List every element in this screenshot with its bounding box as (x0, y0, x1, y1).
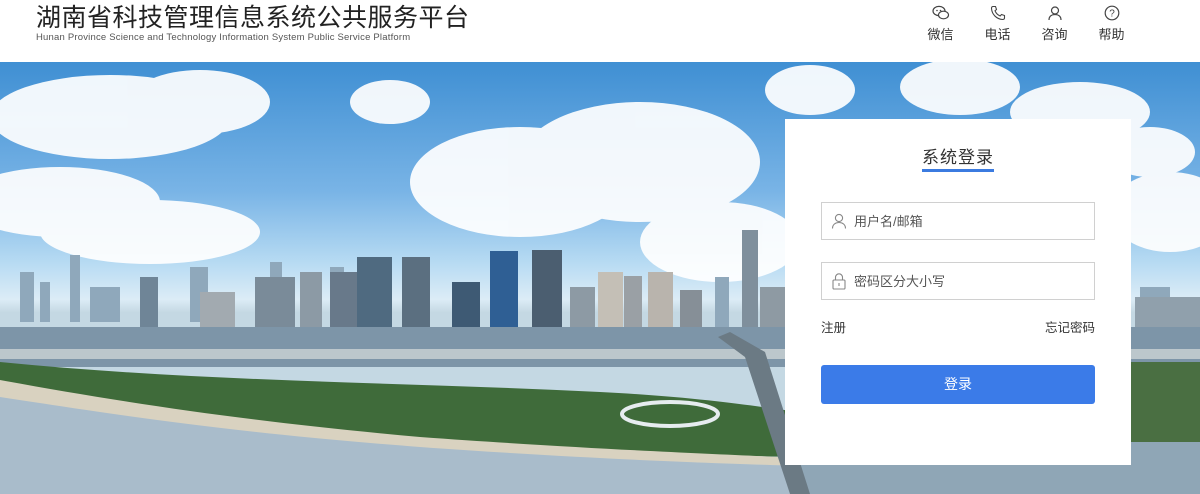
forgot-password-link[interactable]: 忘记密码 (1045, 317, 1095, 336)
header: 湖南省科技管理信息系统公共服务平台 Hunan Province Science… (0, 0, 1200, 62)
password-input[interactable] (854, 263, 1084, 299)
nav-help-label: 帮助 (1098, 27, 1125, 42)
register-link[interactable]: 注册 (821, 317, 846, 336)
user-icon (830, 212, 848, 230)
nav-consult-label: 咨询 (1041, 27, 1068, 42)
login-button[interactable]: 登录 (821, 365, 1095, 404)
username-field[interactable] (821, 202, 1095, 240)
brand: 湖南省科技管理信息系统公共服务平台 Hunan Province Science… (36, 4, 470, 43)
lock-icon (830, 272, 848, 290)
password-field[interactable] (821, 262, 1095, 300)
site-subtitle: Hunan Province Science and Technology In… (36, 32, 411, 43)
site-title: 湖南省科技管理信息系统公共服务平台 (36, 4, 470, 32)
username-input[interactable] (854, 203, 1084, 239)
nav-phone-label: 电话 (984, 27, 1011, 42)
top-nav: 微信 电话 咨询 ? 帮助 (912, 2, 1140, 43)
consult-icon (1026, 4, 1083, 22)
phone-icon (969, 4, 1026, 22)
nav-phone[interactable]: 电话 (969, 2, 1026, 43)
svg-text:?: ? (1109, 9, 1115, 20)
wechat-icon (912, 4, 969, 22)
title-underline (922, 169, 994, 172)
login-title: 系统登录 (922, 148, 994, 167)
login-panel: 系统登录 注册 忘记密码 登录 (785, 119, 1131, 465)
nav-consult[interactable]: 咨询 (1026, 2, 1083, 43)
nav-wechat[interactable]: 微信 (912, 2, 969, 43)
nav-wechat-label: 微信 (927, 27, 954, 42)
help-icon: ? (1083, 4, 1140, 22)
nav-help[interactable]: ? 帮助 (1083, 2, 1140, 43)
